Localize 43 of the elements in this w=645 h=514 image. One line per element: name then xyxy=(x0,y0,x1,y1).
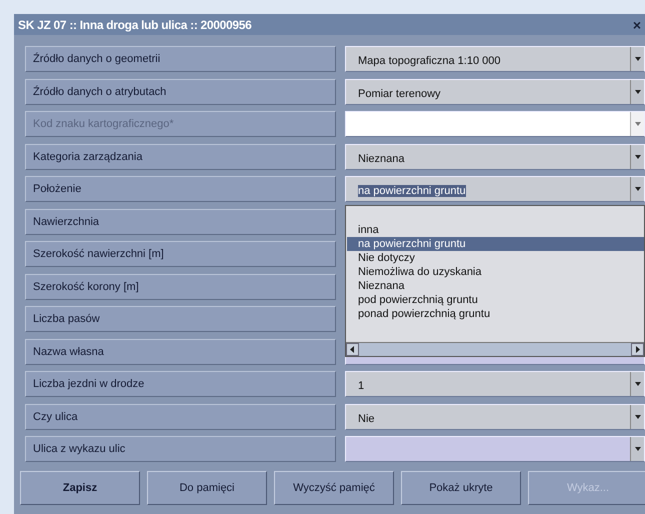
scroll-left-icon[interactable] xyxy=(346,343,359,356)
action-button[interactable]: Pokaż ukryte xyxy=(401,471,521,505)
window-title: SK JZ 07 :: Inna droga lub ulica :: 20000956 xyxy=(18,16,252,34)
input-field[interactable] xyxy=(345,111,645,137)
field-label: Źródło danych o geometrii xyxy=(25,46,336,72)
field-label: Nawierzchnia xyxy=(25,208,336,234)
dropdown-field[interactable]: Mapa topograficzna 1:10 000 xyxy=(345,46,645,72)
dropdown-field[interactable]: Pomiar terenowy xyxy=(345,78,645,104)
close-button[interactable]: × xyxy=(630,18,643,32)
field-label: Liczba pasów xyxy=(25,306,336,332)
dropdown-option[interactable]: ponad powierzchnią gruntu xyxy=(347,307,644,321)
field-label: Czy ulica xyxy=(25,404,336,430)
field-label: Liczba jezdni w drodze xyxy=(25,371,336,397)
field-label: Nazwa własna xyxy=(25,338,336,364)
dropdown-option[interactable]: na powierzchni gruntu xyxy=(347,237,644,251)
field-label: Położenie xyxy=(25,176,336,202)
field-value: 1 xyxy=(358,380,364,392)
dropdown-field[interactable]: na powierzchni gruntu xyxy=(345,176,645,202)
dropdown-option[interactable]: pod powierzchnią gruntu xyxy=(347,293,644,307)
field-label: Szerokość korony [m] xyxy=(25,274,336,300)
dropdown-field[interactable]: 1 xyxy=(345,371,645,397)
dropdown-option[interactable]: Niemożliwa do uzyskania xyxy=(347,265,644,279)
horizontal-scrollbar[interactable] xyxy=(346,342,644,356)
scroll-right-icon[interactable] xyxy=(631,343,644,356)
dropdown-option[interactable]: Nieznana xyxy=(347,279,644,293)
dropdown-field[interactable] xyxy=(345,436,645,462)
field-value: Pomiar terenowy xyxy=(358,88,441,100)
dropdown-field[interactable]: Nieznana xyxy=(345,144,645,170)
field-value: Nie xyxy=(358,412,375,424)
field-label: Ulica z wykazu ulic xyxy=(25,436,336,462)
field-value: na powierzchni gruntu xyxy=(358,185,466,197)
dropdown-option[interactable]: inna xyxy=(347,223,644,237)
action-button[interactable]: Wyczyść pamięć xyxy=(274,471,394,505)
dropdown-field[interactable]: Nie xyxy=(345,404,645,430)
field-label: Szerokość nawierzchni [m] xyxy=(25,241,336,267)
action-button[interactable]: Do pamięci xyxy=(147,471,267,505)
field-label: Kod znaku kartograficznego* xyxy=(25,111,336,137)
field-label: Źródło danych o atrybutach xyxy=(25,78,336,104)
action-button[interactable]: Zapisz xyxy=(20,471,140,505)
field-label: Kategoria zarządzania xyxy=(25,144,336,170)
field-value: Nieznana xyxy=(358,152,404,164)
dropdown-option[interactable]: Nie dotyczy xyxy=(347,251,644,265)
field-value: Mapa topograficzna 1:10 000 xyxy=(358,55,500,67)
